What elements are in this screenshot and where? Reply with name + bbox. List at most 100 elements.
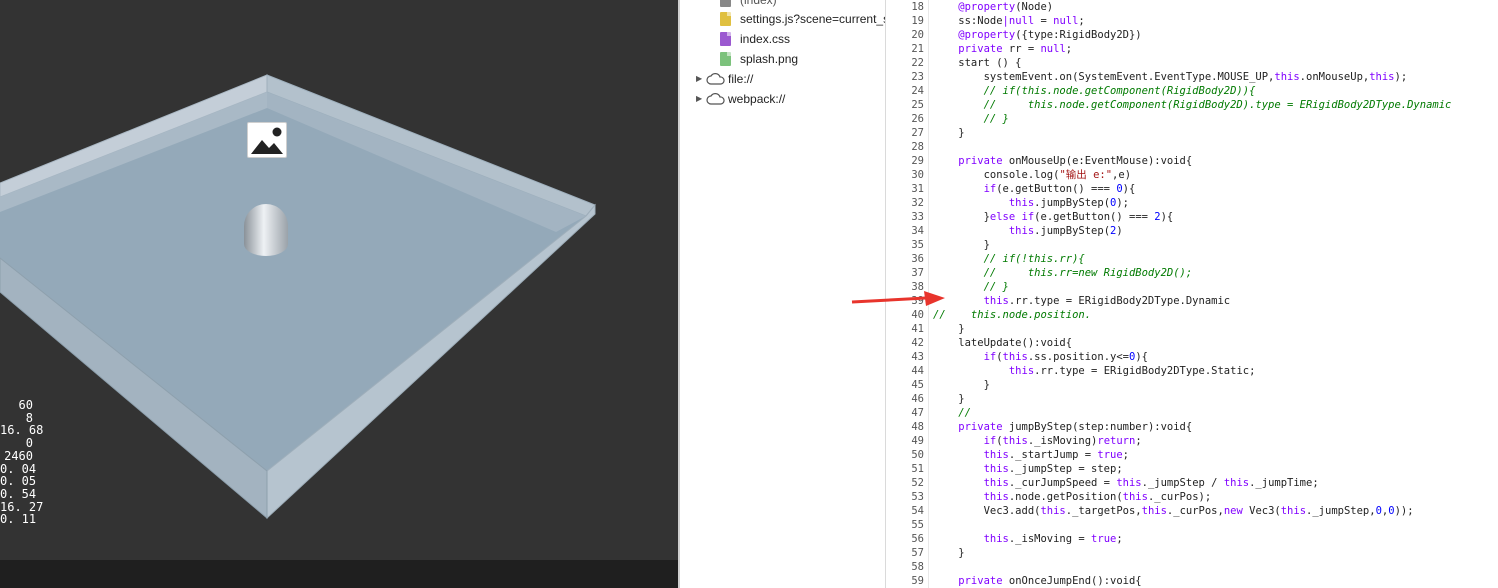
line-number[interactable]: 53 [886, 490, 924, 504]
line-number[interactable]: 48 [886, 420, 924, 434]
code-line[interactable]: console.log("输出 e:",e) [933, 168, 1131, 182]
line-number[interactable]: 20 [886, 28, 924, 42]
line-number[interactable]: 40 [886, 308, 924, 322]
line-number[interactable]: 44 [886, 364, 924, 378]
line-number[interactable]: 55 [886, 518, 924, 532]
code-token: } [933, 547, 965, 559]
chevron-right-icon[interactable]: ▶ [696, 89, 702, 109]
js-file-icon [720, 12, 731, 26]
line-number[interactable]: 30 [886, 168, 924, 182]
line-number[interactable]: 34 [886, 224, 924, 238]
code-line[interactable]: @property({type:RigidBody2D}) [933, 28, 1142, 42]
code-line[interactable]: private onOnceJumpEnd():void{ [933, 574, 1141, 588]
viewport-status-bar [0, 560, 678, 588]
line-number[interactable]: 26 [886, 112, 924, 126]
code-line[interactable]: this.rr.type = ERigidBody2DType.Static; [933, 364, 1256, 378]
code-line[interactable]: // this.rr=new RigidBody2D(); [933, 266, 1193, 280]
code-line[interactable]: this._jumpStep = step; [933, 462, 1123, 476]
line-number[interactable]: 37 [886, 266, 924, 280]
line-number[interactable]: 19 [886, 14, 924, 28]
code-line[interactable]: this.jumpByStep(0); [933, 196, 1129, 210]
line-number[interactable]: 27 [886, 126, 924, 140]
code-token: ._jumpStep = step; [1008, 463, 1123, 475]
code-line[interactable]: if(this.ss.position.y<=0){ [933, 350, 1148, 364]
code-line[interactable]: ss:Node|null = null; [933, 14, 1084, 28]
code-line[interactable]: this._isMoving = true; [933, 532, 1123, 546]
code-token: // this.rr=new RigidBody2D(); [933, 267, 1193, 279]
code-line[interactable]: private rr = null; [933, 42, 1072, 56]
line-number[interactable]: 41 [886, 322, 924, 336]
tree-item-label: settings.js?scene=current_s [740, 12, 886, 26]
code-token: .rr.type = ERigidBody2DType.Dynamic [1008, 295, 1231, 307]
code-line[interactable]: systemEvent.on(SystemEvent.EventType.MOU… [933, 70, 1408, 84]
code-line[interactable]: // [933, 406, 971, 420]
line-number[interactable]: 36 [886, 252, 924, 266]
image-file-icon [720, 52, 731, 66]
code-token: Vec3.add( [933, 505, 1041, 517]
code-line[interactable]: // this.node.getComponent(RigidBody2D).t… [933, 98, 1452, 112]
code-line[interactable]: start () { [933, 56, 1021, 70]
code-line[interactable]: // this.node.position. [933, 308, 1091, 322]
code-line[interactable]: this.jumpByStep(2) [933, 224, 1123, 238]
code-line[interactable]: } [933, 546, 965, 560]
code-line[interactable]: } [933, 378, 990, 392]
code-token: else if [989, 211, 1035, 223]
line-number[interactable]: 46 [886, 392, 924, 406]
code-editor[interactable]: 18 19 20 21 22 23 24 25 26 27 28 29 30 31 32 33 34 35 36 37… [886, 0, 1498, 588]
line-number[interactable]: 51 [886, 462, 924, 476]
line-number[interactable]: 54 [886, 504, 924, 518]
code-line[interactable]: // if(!this.rr){ [933, 252, 1085, 266]
tree-item-label: index.css [740, 32, 791, 46]
code-line[interactable]: if(this._isMoving)return; [933, 434, 1142, 448]
line-number[interactable]: 23 [886, 70, 924, 84]
code-line[interactable]: } [933, 126, 964, 140]
game-viewport[interactable]: 60 8 16. 68 0 2460 0. 04 0. 05 0. 54 16.… [0, 0, 678, 560]
code-line[interactable]: private onMouseUp(e:EventMouse):void{ [933, 154, 1192, 168]
code-token: Vec3( [1242, 505, 1281, 517]
line-number[interactable]: 35 [886, 238, 924, 252]
code-line[interactable]: this._startJump = true; [933, 448, 1129, 462]
code-line[interactable]: @property(Node) [933, 0, 1053, 14]
line-number[interactable]: 50 [886, 448, 924, 462]
line-number[interactable]: 28 [886, 140, 924, 154]
code-line[interactable]: this.rr.type = ERigidBody2DType.Dynamic [933, 294, 1231, 308]
line-number[interactable]: 21 [886, 42, 924, 56]
scene-canvas [0, 74, 596, 520]
player-capsule [244, 204, 288, 256]
code-line[interactable]: } [933, 238, 990, 252]
code-token: } [933, 393, 965, 405]
line-number[interactable]: 24 [886, 84, 924, 98]
line-number[interactable]: 33 [886, 210, 924, 224]
line-number[interactable]: 58 [886, 560, 924, 574]
code-token: ; [1065, 43, 1073, 55]
code-line[interactable]: if(e.getButton() === 0){ [933, 182, 1136, 196]
code-line[interactable]: }else if(e.getButton() === 2){ [933, 210, 1174, 224]
line-number[interactable]: 59 [886, 574, 924, 588]
code-token: } [933, 379, 990, 391]
code-line[interactable]: this._curJumpSpeed = this._jumpStep / th… [933, 476, 1319, 490]
code-line[interactable]: // } [933, 112, 1009, 126]
line-number[interactable]: 42 [886, 336, 924, 350]
line-number[interactable]: 29 [886, 154, 924, 168]
code-line[interactable]: private jumpByStep(step:number):void{ [933, 420, 1192, 434]
code-line[interactable]: // if(this.node.getComponent(RigidBody2D… [933, 84, 1256, 98]
code-line[interactable]: Vec3.add(this._targetPos,this._curPos,ne… [933, 504, 1414, 518]
line-number[interactable]: 49 [886, 434, 924, 448]
code-token: ({type:RigidBody2D}) [1015, 29, 1142, 41]
chevron-right-icon[interactable]: ▶ [696, 69, 702, 89]
line-number[interactable]: 56 [886, 532, 924, 546]
line-number[interactable]: 18 [886, 0, 924, 14]
line-number[interactable]: 22 [886, 56, 924, 70]
line-number[interactable]: 45 [886, 378, 924, 392]
line-number[interactable]: 25 [886, 98, 924, 112]
line-number[interactable]: 43 [886, 350, 924, 364]
code-line[interactable]: } [933, 322, 964, 336]
line-number[interactable]: 57 [886, 546, 924, 560]
code-line[interactable]: } [933, 392, 965, 406]
line-number[interactable]: 47 [886, 406, 924, 420]
code-line[interactable]: this.node.getPosition(this._curPos); [933, 490, 1212, 504]
code-line[interactable]: lateUpdate():void{ [933, 336, 1072, 350]
line-number[interactable]: 31 [886, 182, 924, 196]
line-number[interactable]: 32 [886, 196, 924, 210]
line-number[interactable]: 52 [886, 476, 924, 490]
